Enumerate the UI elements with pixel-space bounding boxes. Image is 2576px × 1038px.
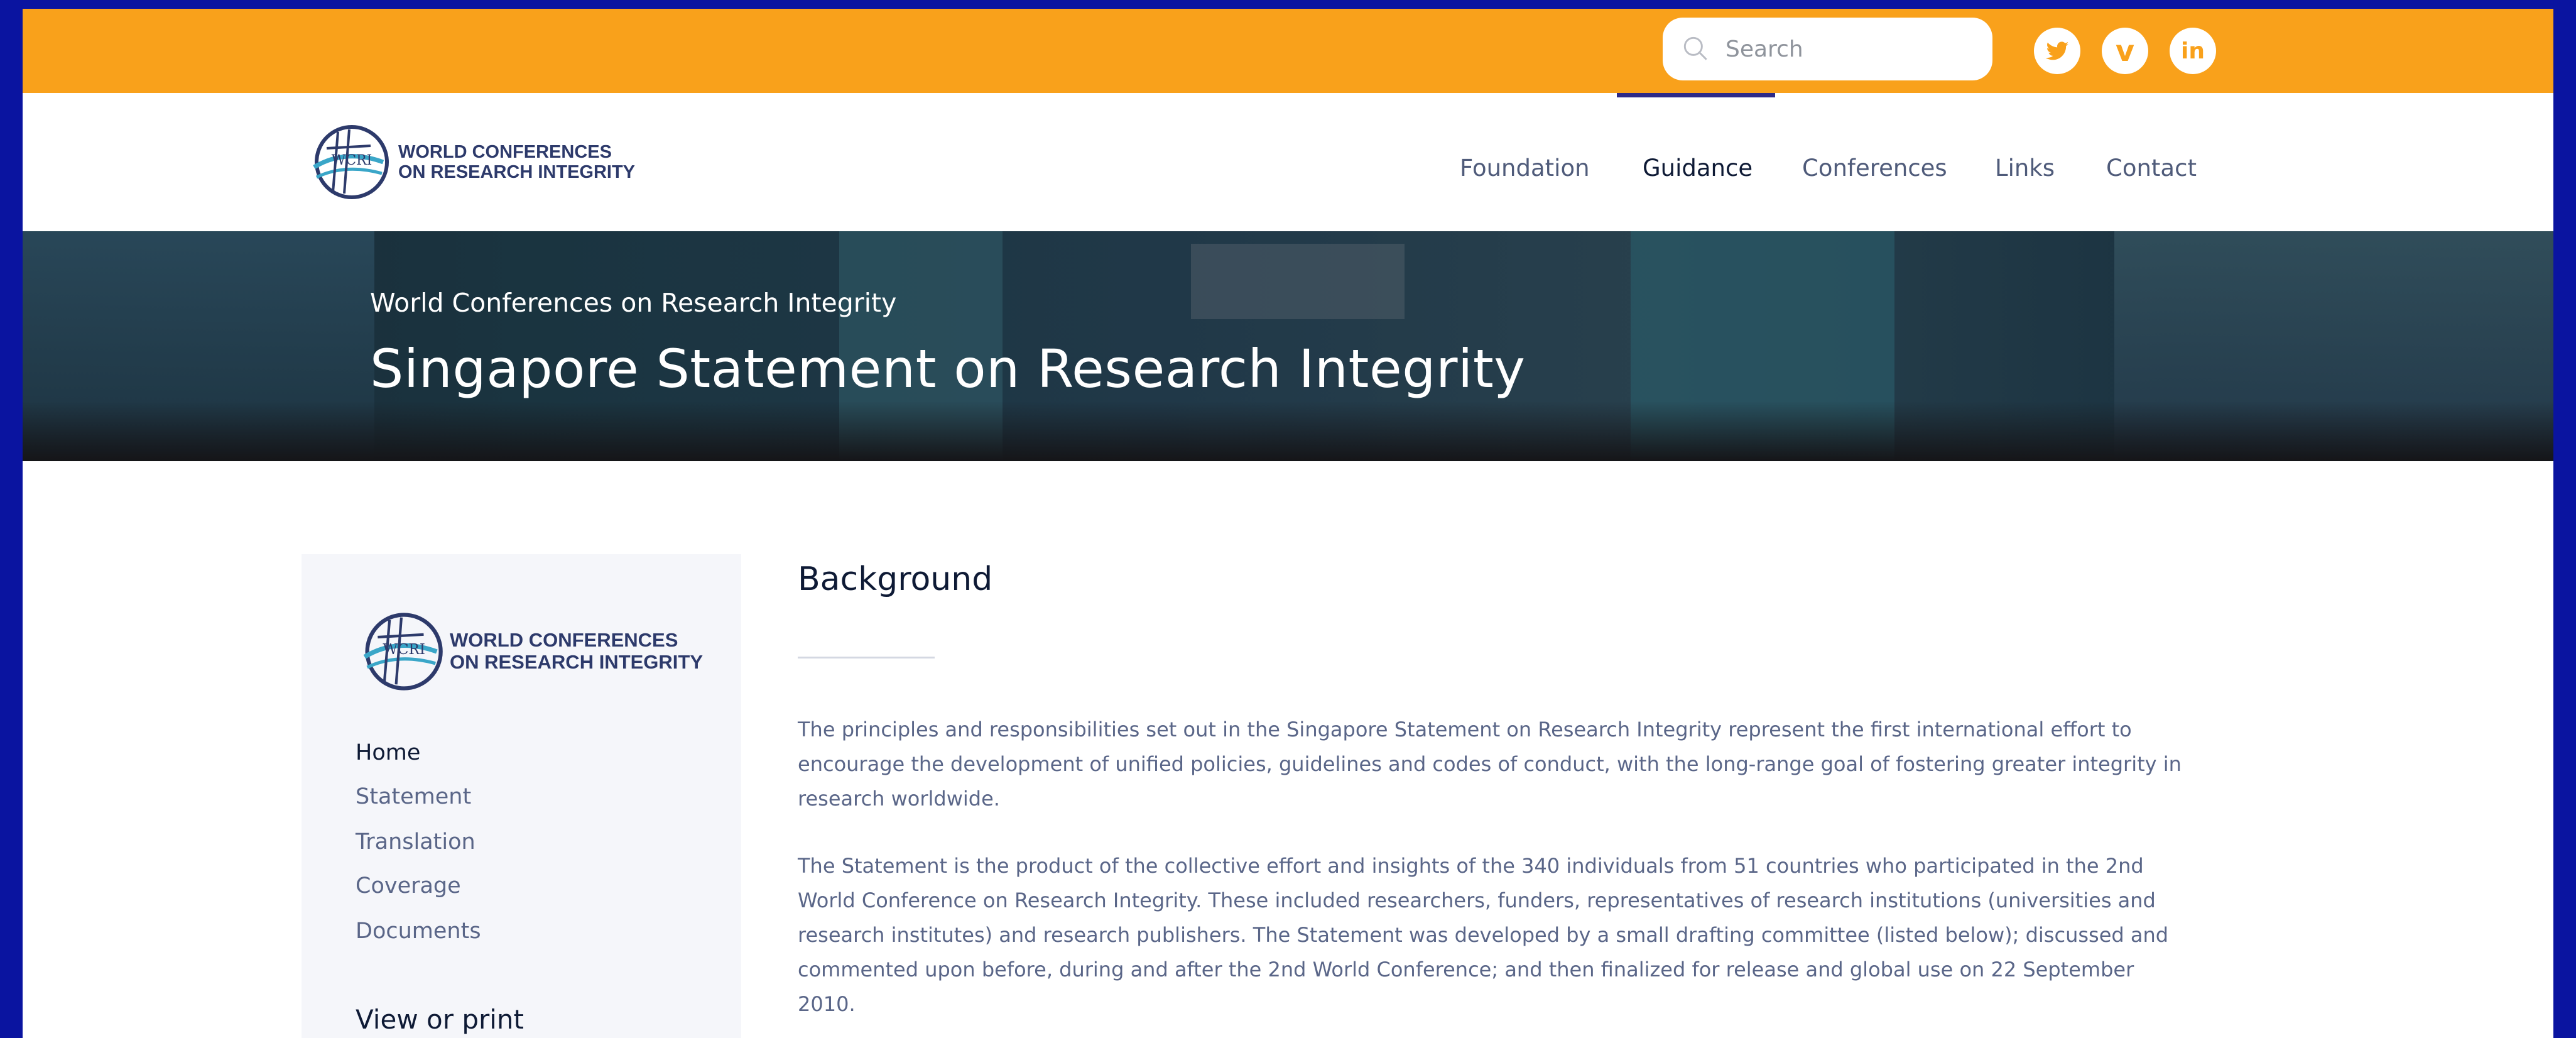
twitter-icon[interactable]: [2034, 28, 2080, 74]
logo-line-1: WORLD CONFERENCES: [398, 141, 612, 162]
paragraph-line: World Conference on Research Integrity. …: [798, 888, 2156, 912]
sidebar-logo-text: WORLD CONFERENCES ON RESEARCH INTEGRITY: [450, 630, 703, 673]
active-nav-indicator: [1617, 93, 1775, 97]
nav-links[interactable]: Links: [1995, 155, 2055, 182]
main-navbar: WCRI WORLD CONFERENCES ON RESEARCH INTEG…: [23, 93, 2553, 231]
wcri-emblem-icon: WCRI: [363, 613, 443, 691]
paragraph-line: research worldwide.: [798, 787, 1000, 811]
hero-bg-balcony: [1191, 244, 1405, 319]
sidebar-item-translation[interactable]: Translation: [356, 829, 476, 855]
paragraph-line: The Statement is the product of the coll…: [798, 854, 2144, 878]
paragraph-line: commented upon before, during and after …: [798, 958, 2134, 981]
emblem-text: WCRI: [332, 153, 372, 168]
linkedin-icon[interactable]: in: [2170, 28, 2216, 74]
sidebar-item-documents[interactable]: Documents: [356, 919, 481, 944]
sidebar-item-coverage[interactable]: Coverage: [356, 873, 461, 899]
hero-subtitle: World Conferences on Research Integrity: [370, 288, 897, 318]
page-frame: v in WCRI WORLD CONFERENCES ON RESEARCH …: [23, 9, 2553, 1038]
linkedin-glyph: in: [2181, 38, 2205, 64]
top-bar: v in: [23, 9, 2553, 93]
search-input[interactable]: [1725, 36, 1964, 62]
nav-contact[interactable]: Contact: [2106, 155, 2197, 182]
paragraph-2: The Statement is the product of the coll…: [798, 849, 2249, 1022]
logo-line-2: ON RESEARCH INTEGRITY: [398, 162, 636, 182]
sidebar-heading: View or print: [356, 1004, 524, 1035]
site-logo[interactable]: WCRI WORLD CONFERENCES ON RESEARCH INTEG…: [308, 123, 635, 201]
section-title: Background: [798, 560, 993, 598]
search-icon: [1683, 36, 1707, 60]
title-divider: [798, 657, 935, 658]
nav-foundation[interactable]: Foundation: [1460, 155, 1590, 182]
hero-banner: World Conferences on Research Integrity …: [23, 231, 2553, 461]
sidebar-item-statement[interactable]: Statement: [356, 784, 471, 809]
sidebar-logo[interactable]: WCRI WORLD CONFERENCES ON RESEARCH INTEG…: [358, 611, 703, 692]
logo-line-2: ON RESEARCH INTEGRITY: [450, 651, 704, 673]
paragraph-1: The principles and responsibilities set …: [798, 713, 2249, 816]
paragraph-line: research institutes) and research publis…: [798, 923, 2169, 947]
nav-conferences[interactable]: Conferences: [1802, 155, 1947, 182]
paragraph-line: encourage the development of unified pol…: [798, 752, 2182, 776]
paragraph-line: The principles and responsibilities set …: [798, 718, 2132, 741]
wcri-emblem-icon: WCRI: [313, 125, 389, 199]
vimeo-icon[interactable]: v: [2102, 28, 2148, 74]
sidebar-item-home[interactable]: Home: [356, 740, 420, 765]
logo-line-1: WORLD CONFERENCES: [450, 629, 678, 652]
vimeo-glyph: v: [2116, 34, 2134, 68]
search-box[interactable]: [1663, 18, 1992, 80]
logo-text: WORLD CONFERENCES ON RESEARCH INTEGRITY: [398, 142, 635, 183]
nav-guidance[interactable]: Guidance: [1643, 155, 1753, 182]
hero-bg-crowd: [23, 401, 2553, 461]
hero-title: Singapore Statement on Research Integrit…: [370, 338, 1526, 400]
paragraph-line: 2010.: [798, 992, 856, 1016]
emblem-text: WCRI: [383, 642, 425, 658]
sidebar: WCRI WORLD CONFERENCES ON RESEARCH INTEG…: [302, 554, 741, 1038]
twitter-bird-glyph: [2045, 41, 2069, 60]
